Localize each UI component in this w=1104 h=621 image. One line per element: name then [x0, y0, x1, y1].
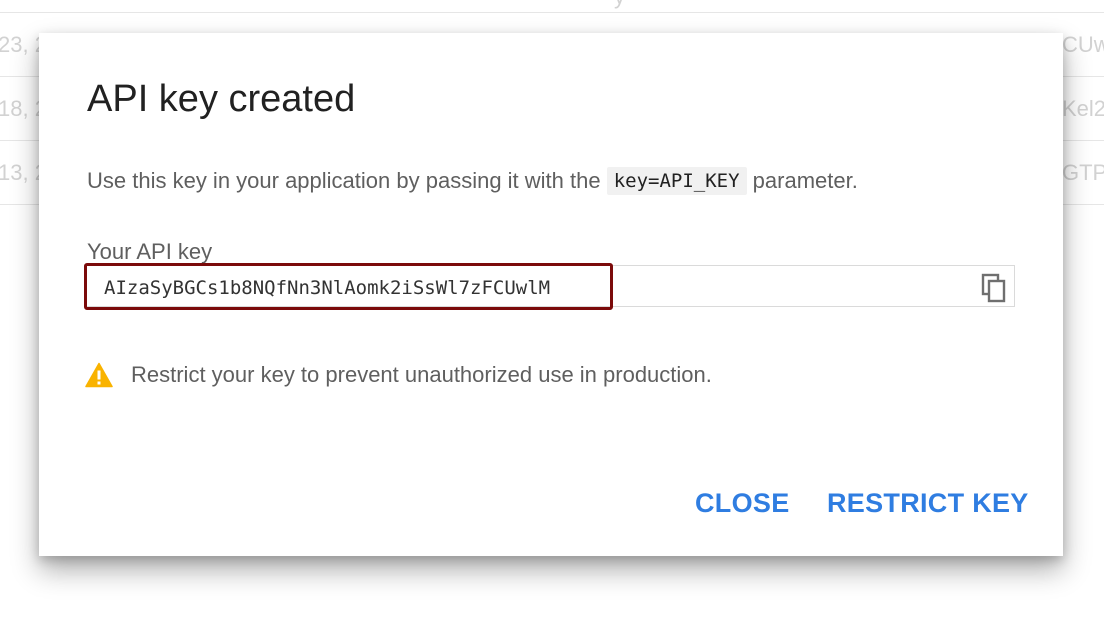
table-cell-key: Kel2 [1062, 96, 1104, 121]
param-code: key=API_KEY [606, 167, 747, 195]
table-cell-fragment: y [614, 0, 625, 10]
api-key-value[interactable]: AIzaSyBGCs1b8NQfNn3NlAomk2iSsWl7zFCUwlM [104, 275, 550, 301]
warning-text: Restrict your key to prevent unauthorize… [131, 362, 712, 387]
copy-button[interactable] [977, 271, 1011, 305]
table-cell-key: CUw [1062, 32, 1104, 57]
api-key-label: Your API key [87, 239, 213, 264]
description-text: Use this key in your application by pass… [87, 168, 607, 193]
dialog-title: API key created [87, 78, 356, 120]
api-key-dialog: API key created Use this key in your app… [39, 33, 1063, 556]
warning-icon [85, 361, 113, 389]
copy-icon [981, 273, 1006, 303]
close-button[interactable]: CLOSE [695, 485, 790, 521]
warning-message: Restrict your key to prevent unauthorize… [85, 361, 712, 389]
table-cell-key: GTP( [1062, 160, 1104, 185]
description-text-end: parameter. [746, 168, 858, 193]
dialog-description: Use this key in your application by pass… [87, 167, 858, 195]
table-divider [0, 12, 1104, 13]
restrict-key-button[interactable]: RESTRICT KEY [827, 485, 1029, 521]
